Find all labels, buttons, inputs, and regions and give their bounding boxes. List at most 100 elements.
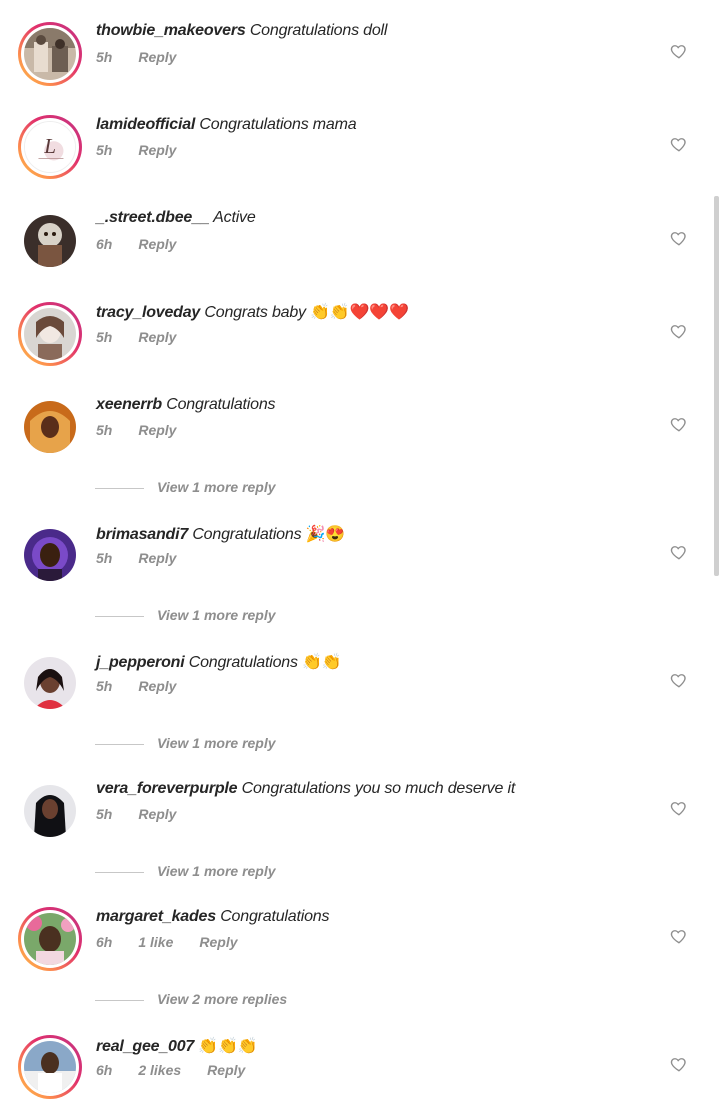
comment-time: 5h (96, 550, 113, 566)
like-heart-icon[interactable] (670, 671, 688, 689)
reply-button[interactable]: Reply (138, 550, 176, 566)
username[interactable]: margaret_kades (96, 908, 216, 925)
divider (95, 872, 144, 873)
comment-line: real_gee_007 👏👏👏 (96, 1036, 258, 1056)
reply-button[interactable]: Reply (138, 329, 176, 345)
comment-text: Congratulations doll (249, 22, 388, 39)
lamide-logo-letter: L (43, 134, 56, 158)
divider (95, 488, 144, 489)
comment-meta: 5h Reply (96, 329, 202, 345)
username[interactable]: thowbie_makeovers (96, 22, 246, 39)
view-more-label[interactable]: View 1 more reply (157, 607, 276, 623)
comment-time: 5h (96, 806, 113, 822)
comment-meta: 6h 2 likes Reply (96, 1062, 271, 1078)
comment-line: margaret_kades Congratulations (96, 908, 329, 926)
reply-button[interactable]: Reply (138, 236, 176, 252)
avatar[interactable] (18, 907, 82, 971)
view-more-replies-button[interactable]: View 1 more reply (95, 735, 395, 755)
view-more-replies-button[interactable]: View 1 more reply (95, 479, 395, 499)
divider (95, 616, 144, 617)
comment-emoji: 🎉😍 (305, 526, 346, 543)
comment-meta: 6h Reply (96, 236, 202, 252)
comment-emoji: 👏👏❤️❤️❤️ (310, 304, 409, 321)
comment-meta: 5h Reply (96, 806, 202, 822)
comment-text: Congratulations (188, 654, 298, 671)
view-more-replies-button[interactable]: View 2 more replies (95, 991, 395, 1011)
like-heart-icon[interactable] (670, 543, 688, 561)
divider (95, 1000, 144, 1001)
like-heart-icon[interactable] (670, 229, 688, 247)
comment-line: tracy_loveday Congrats baby 👏👏❤️❤️❤️ (96, 302, 409, 322)
view-more-label[interactable]: View 1 more reply (157, 735, 276, 751)
comment-meta: 5h Reply (96, 49, 202, 65)
username[interactable]: brimasandi7 (96, 526, 188, 543)
comment-meta: 5h Reply (96, 550, 202, 566)
reply-button[interactable]: Reply (138, 678, 176, 694)
comment-text: Congratulations mama (199, 116, 357, 133)
like-heart-icon[interactable] (670, 135, 688, 153)
reply-button[interactable]: Reply (138, 142, 176, 158)
view-more-label[interactable]: View 1 more reply (157, 863, 276, 879)
view-more-replies-button[interactable]: View 1 more reply (95, 863, 395, 883)
comment-meta: 5h Reply (96, 142, 202, 158)
comment-line: j_pepperoni Congratulations 👏👏 (96, 652, 342, 672)
comment-time: 5h (96, 678, 113, 694)
like-heart-icon[interactable] (670, 799, 688, 817)
avatar[interactable] (18, 651, 82, 715)
comment-line: xeenerrb Congratulations (96, 396, 276, 414)
comment-emoji: 👏👏 (302, 654, 342, 671)
comment-text: Congrats baby (204, 304, 306, 321)
avatar[interactable] (18, 395, 82, 459)
comment-line: vera_foreverpurple Congratulations you s… (96, 780, 515, 798)
comment-line: thowbie_makeovers Congratulations doll (96, 22, 387, 40)
username[interactable]: vera_foreverpurple (96, 780, 238, 797)
view-more-replies-button[interactable]: View 1 more reply (95, 607, 395, 627)
comment-text: Congratulations (192, 526, 302, 543)
avatar[interactable]: L (18, 115, 82, 179)
like-heart-icon[interactable] (670, 927, 688, 945)
avatar[interactable] (18, 1035, 82, 1099)
comment-meta: 5h Reply (96, 678, 202, 694)
comment-emoji: 👏👏👏 (198, 1038, 258, 1055)
username[interactable]: _.street.dbee__ (96, 209, 210, 226)
username[interactable]: xeenerrb (96, 396, 162, 413)
view-more-label[interactable]: View 1 more reply (157, 479, 276, 495)
comment-line: brimasandi7 Congratulations 🎉😍 (96, 524, 345, 544)
like-count[interactable]: 1 like (138, 934, 173, 950)
username[interactable]: j_pepperoni (96, 654, 185, 671)
comment-meta: 6h 1 like Reply (96, 934, 264, 950)
comment-time: 6h (96, 934, 113, 950)
reply-button[interactable]: Reply (138, 422, 176, 438)
avatar[interactable] (18, 779, 82, 843)
comment-text: Congratulations you so much deserve it (241, 780, 516, 797)
like-heart-icon[interactable] (670, 42, 688, 60)
view-more-label[interactable]: View 2 more replies (157, 991, 287, 1007)
username[interactable]: tracy_loveday (96, 304, 200, 321)
avatar[interactable] (18, 209, 82, 273)
comment-meta: 5h Reply (96, 422, 202, 438)
comment-time: 6h (96, 236, 113, 252)
avatar[interactable] (18, 22, 82, 86)
comment-time: 5h (96, 49, 113, 65)
comment-time: 5h (96, 329, 113, 345)
comment-line: _.street.dbee__ Active (96, 209, 256, 227)
scrollbar[interactable] (714, 196, 719, 576)
like-heart-icon[interactable] (670, 322, 688, 340)
avatar[interactable] (18, 302, 82, 366)
reply-button[interactable]: Reply (207, 1062, 245, 1078)
like-heart-icon[interactable] (670, 415, 688, 433)
like-heart-icon[interactable] (670, 1055, 688, 1073)
like-count[interactable]: 2 likes (138, 1062, 181, 1078)
comment-text: Active (213, 209, 256, 226)
comment-time: 5h (96, 142, 113, 158)
reply-button[interactable]: Reply (138, 806, 176, 822)
divider (95, 744, 144, 745)
comment-time: 6h (96, 1062, 113, 1078)
avatar[interactable] (18, 523, 82, 587)
username[interactable]: real_gee_007 (96, 1038, 194, 1055)
reply-button[interactable]: Reply (199, 934, 237, 950)
username[interactable]: lamideofficial (96, 116, 195, 133)
comment-time: 5h (96, 422, 113, 438)
reply-button[interactable]: Reply (138, 49, 176, 65)
comment-line: lamideofficial Congratulations mama (96, 116, 357, 134)
